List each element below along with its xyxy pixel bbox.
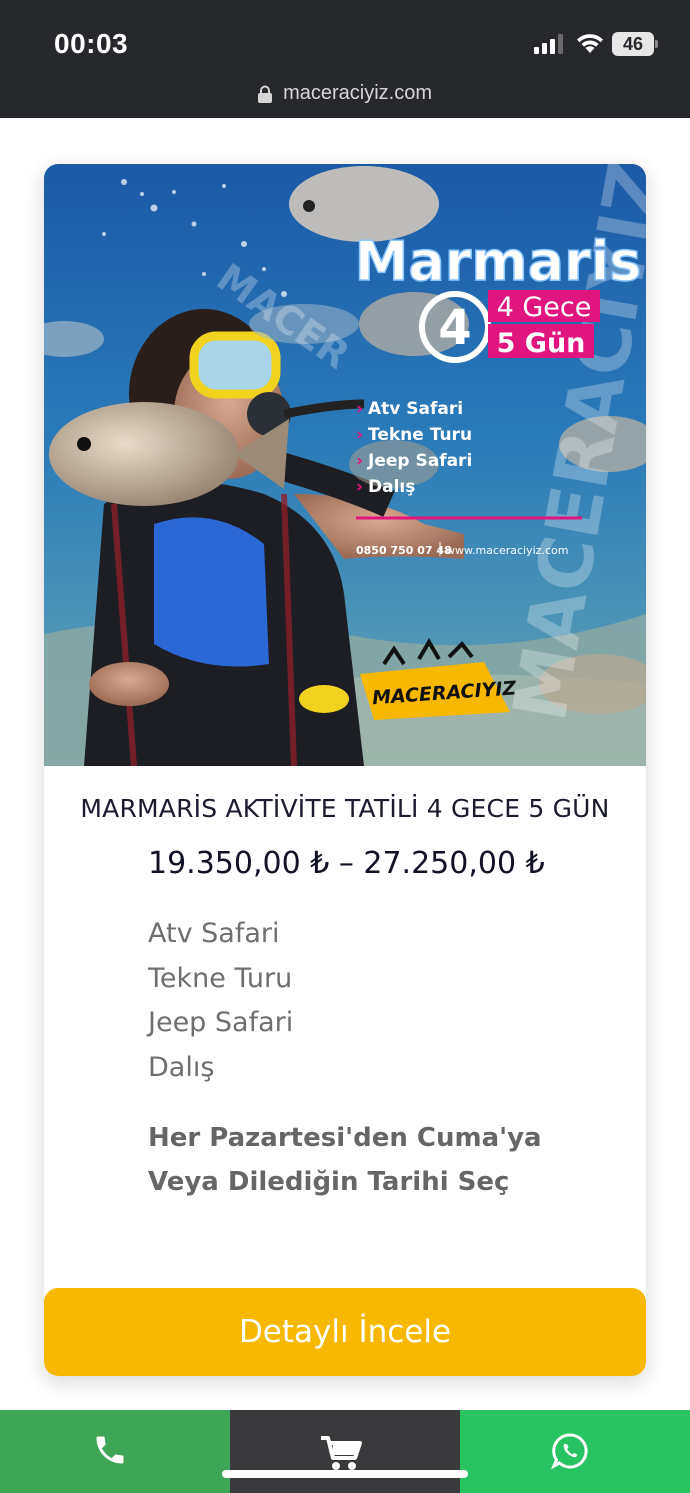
- bottom-action-bar: [0, 1410, 690, 1493]
- cellular-signal-icon: [534, 34, 563, 54]
- battery-tip: [655, 40, 658, 48]
- image-brand-text: Marmaris: [355, 230, 642, 293]
- schedule-text: Her Pazartesi'den Cuma'ya Veya Dilediğin…: [148, 1116, 542, 1204]
- feature-item: Dalış: [148, 1051, 215, 1083]
- svg-text:›: ›: [356, 451, 363, 471]
- schedule-line-2: Veya Dilediğin Tarihi Seç: [148, 1167, 510, 1197]
- battery-level: 46: [612, 32, 654, 56]
- feature-item: Atv Safari: [148, 918, 280, 949]
- image-days: 5 Gün: [497, 328, 586, 359]
- home-indicator[interactable]: [222, 1470, 468, 1478]
- image-nights: 4 Gece: [497, 292, 592, 323]
- url-text: maceraciyiz.com: [283, 82, 432, 104]
- battery-indicator: 46: [612, 32, 658, 56]
- lock-icon: [257, 85, 272, 103]
- image-activity-1: Atv Safari: [368, 399, 463, 419]
- product-card: MACERACIYIZ MACER Marmaris 4 4 Gece 5 Gü…: [44, 164, 646, 1376]
- schedule-line-1: Her Pazartesi'den Cuma'ya: [148, 1123, 542, 1153]
- image-activity-2: Tekne Turu: [368, 425, 472, 445]
- product-title[interactable]: MARMARİS AKTİVİTE TATİLİ 4 GECE 5 GÜN: [44, 794, 646, 823]
- status-bar: 00:03 46 maceraciyiz.com: [0, 0, 690, 118]
- status-time: 00:03: [54, 28, 129, 59]
- image-website: www.maceraciyiz.com: [446, 544, 568, 557]
- whatsapp-button[interactable]: [460, 1410, 690, 1493]
- svg-text:›: ›: [356, 425, 363, 445]
- cart-icon: [321, 1436, 362, 1470]
- address-bar[interactable]: maceraciyiz.com: [0, 82, 690, 110]
- feature-list: Atv Safari Tekne Turu Jeep Safari Dalış: [148, 912, 293, 1090]
- cart-button[interactable]: [230, 1410, 460, 1493]
- image-activity-3: Jeep Safari: [367, 451, 472, 471]
- image-activity-4: Dalış: [368, 477, 415, 497]
- image-phone: 0850 750 07 48: [356, 544, 452, 557]
- detail-button[interactable]: Detaylı İncele: [44, 1288, 646, 1376]
- image-night-badge: 4: [438, 300, 471, 356]
- product-image[interactable]: MACERACIYIZ MACER Marmaris 4 4 Gece 5 Gü…: [44, 164, 646, 766]
- feature-item: Jeep Safari: [148, 1007, 294, 1038]
- wifi-icon: [577, 34, 603, 53]
- whatsapp-icon: [551, 1433, 588, 1470]
- feature-item: Tekne Turu: [148, 962, 293, 994]
- svg-text:›: ›: [356, 399, 363, 419]
- call-button[interactable]: [0, 1410, 230, 1493]
- product-price: 19.350,00 ₺ – 27.250,00 ₺: [148, 846, 545, 881]
- phone-icon: [96, 1436, 124, 1464]
- svg-text:›: ›: [356, 477, 363, 497]
